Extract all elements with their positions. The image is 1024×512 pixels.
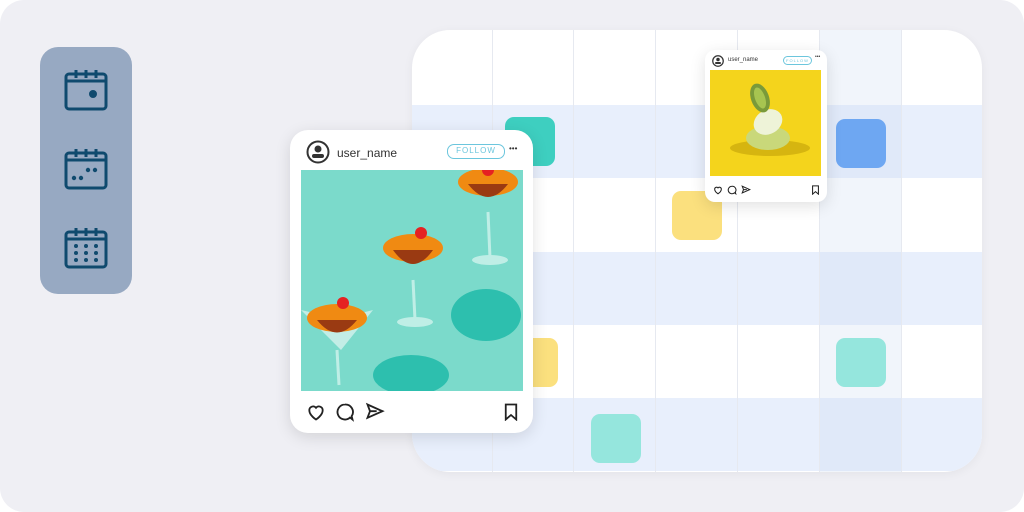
more-options-icon[interactable]: ••• [509,144,517,153]
calendar-month-icon[interactable] [64,226,108,270]
comment-icon[interactable] [727,185,737,195]
post-image-kiwi-pear [710,70,821,176]
avatar-icon [306,140,330,164]
follow-button[interactable]: FOLLOW [783,56,812,65]
scheduled-post-slot[interactable] [836,338,886,387]
calendar-day-icon[interactable] [64,68,108,112]
like-icon[interactable] [713,185,723,195]
like-icon[interactable] [306,402,326,422]
avatar-icon [712,55,724,67]
username: user_name [337,146,398,160]
share-icon[interactable] [741,185,751,195]
scheduled-post-slot[interactable] [836,119,886,168]
comment-icon[interactable] [335,402,355,422]
bookmark-icon[interactable] [811,185,820,195]
calendar-week-icon[interactable] [64,147,108,191]
more-options-icon[interactable]: ••• [815,54,820,60]
bookmark-icon[interactable] [503,403,519,421]
post-preview-small[interactable]: user_name FOLLOW ••• [705,50,827,202]
post-image-cocktails [301,170,523,391]
follow-button[interactable]: FOLLOW [447,144,505,159]
post-preview-large[interactable]: user_name FOLLOW ••• [290,130,533,433]
share-icon[interactable] [365,402,385,422]
username: user_name [728,57,759,63]
scheduled-post-slot[interactable] [591,414,641,463]
